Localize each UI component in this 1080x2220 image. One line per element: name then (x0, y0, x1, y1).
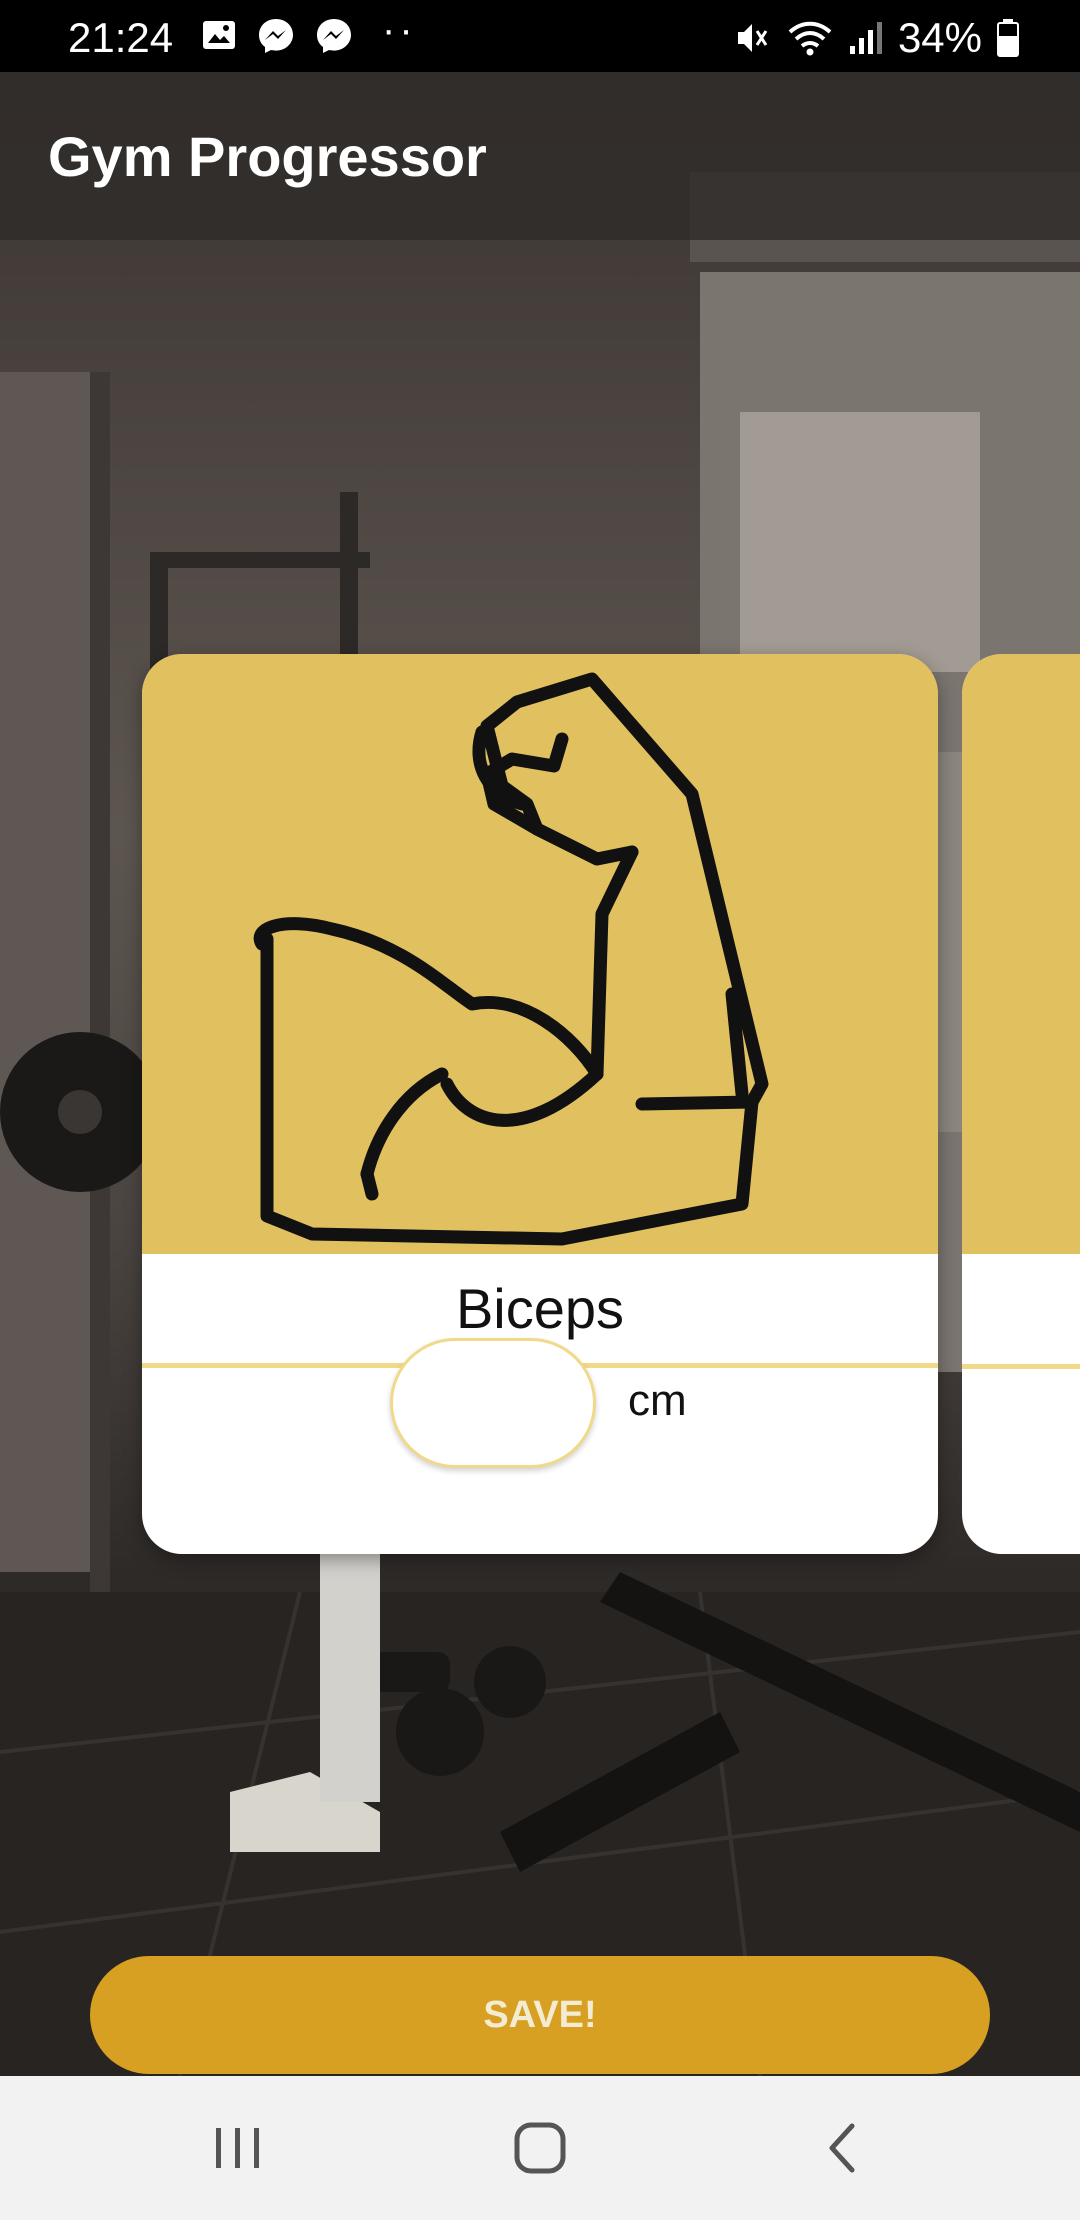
status-time: 21:24 (68, 14, 174, 61)
battery-percent: 34% (897, 14, 982, 61)
next-card-peek[interactable] (962, 654, 1080, 1554)
mute-icon (737, 24, 768, 52)
measurement-input[interactable] (390, 1338, 596, 1468)
unit-label: cm (628, 1376, 687, 1425)
wifi-icon (788, 21, 832, 56)
back-icon[interactable] (802, 2116, 882, 2180)
flexed-bicep-icon (253, 672, 769, 1246)
system-nav-bar (0, 2076, 1080, 2220)
messenger-icon (259, 19, 293, 53)
card-photo-area (142, 654, 938, 1254)
home-icon[interactable] (500, 2116, 580, 2180)
recent-apps-icon[interactable] (198, 2116, 278, 2180)
more-dots-icon: ·· (382, 8, 417, 52)
save-button[interactable]: SAVE! (90, 1956, 990, 2074)
image-icon (203, 21, 235, 49)
next-card-divider (962, 1364, 1080, 1369)
app-title: Gym Progressor (48, 125, 487, 188)
battery-icon (997, 19, 1019, 57)
messenger-icon (317, 19, 351, 53)
signal-icon (849, 22, 882, 54)
app-bar: Gym Progressor (0, 72, 1080, 240)
measurement-card[interactable]: Biceps cm (142, 654, 938, 1554)
next-card-photo (962, 654, 1080, 1254)
status-bar: 21:24 ·· 34% (0, 0, 1080, 72)
